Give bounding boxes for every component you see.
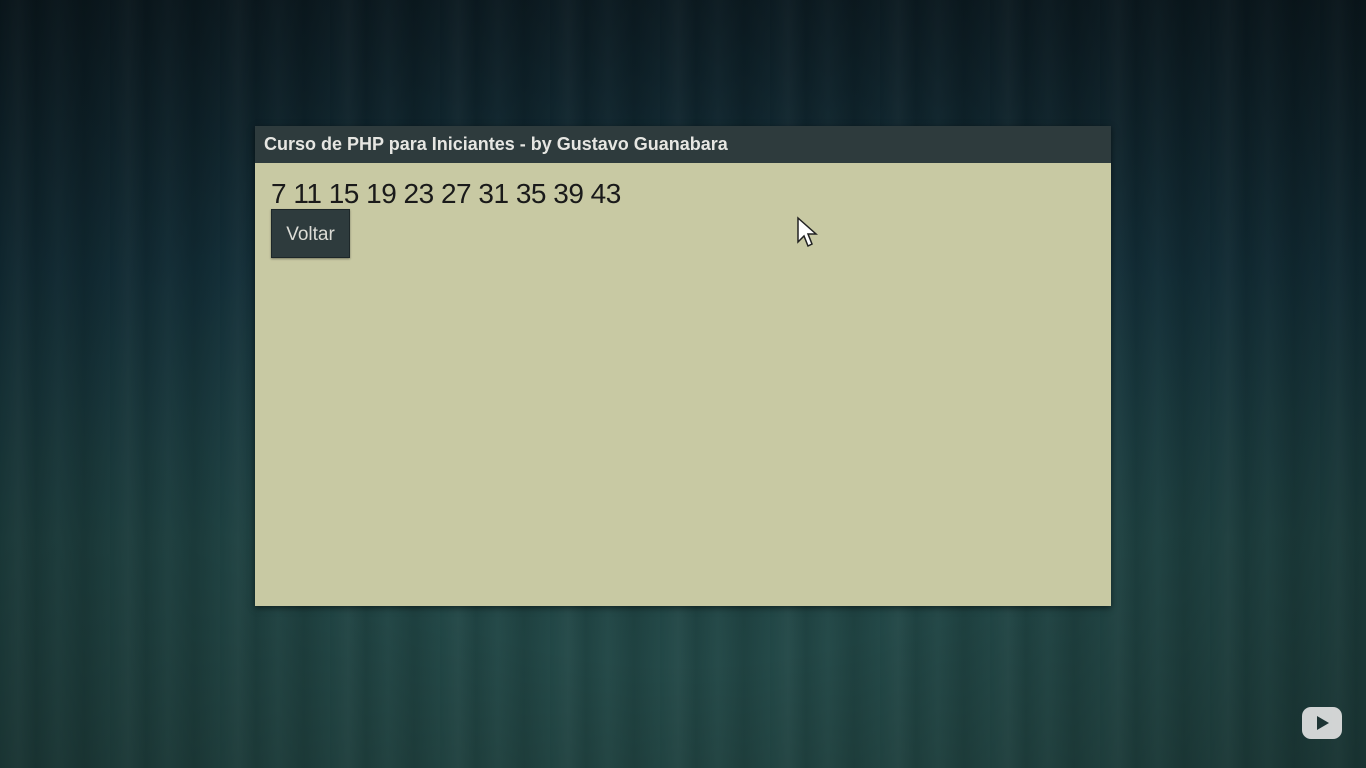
mouse-pointer-icon bbox=[797, 216, 818, 248]
window-titlebar: Curso de PHP para Iniciantes - by Gustav… bbox=[255, 126, 1111, 163]
window-title: Curso de PHP para Iniciantes - by Gustav… bbox=[264, 134, 728, 154]
desktop-background: Curso de PHP para Iniciantes - by Gustav… bbox=[0, 0, 1366, 768]
window-content: 7 11 15 19 23 27 31 35 39 43 Voltar bbox=[255, 163, 1111, 274]
play-icon[interactable] bbox=[1302, 707, 1342, 739]
app-window: Curso de PHP para Iniciantes - by Gustav… bbox=[255, 126, 1111, 606]
number-sequence: 7 11 15 19 23 27 31 35 39 43 bbox=[271, 178, 621, 209]
back-button[interactable]: Voltar bbox=[271, 209, 350, 258]
